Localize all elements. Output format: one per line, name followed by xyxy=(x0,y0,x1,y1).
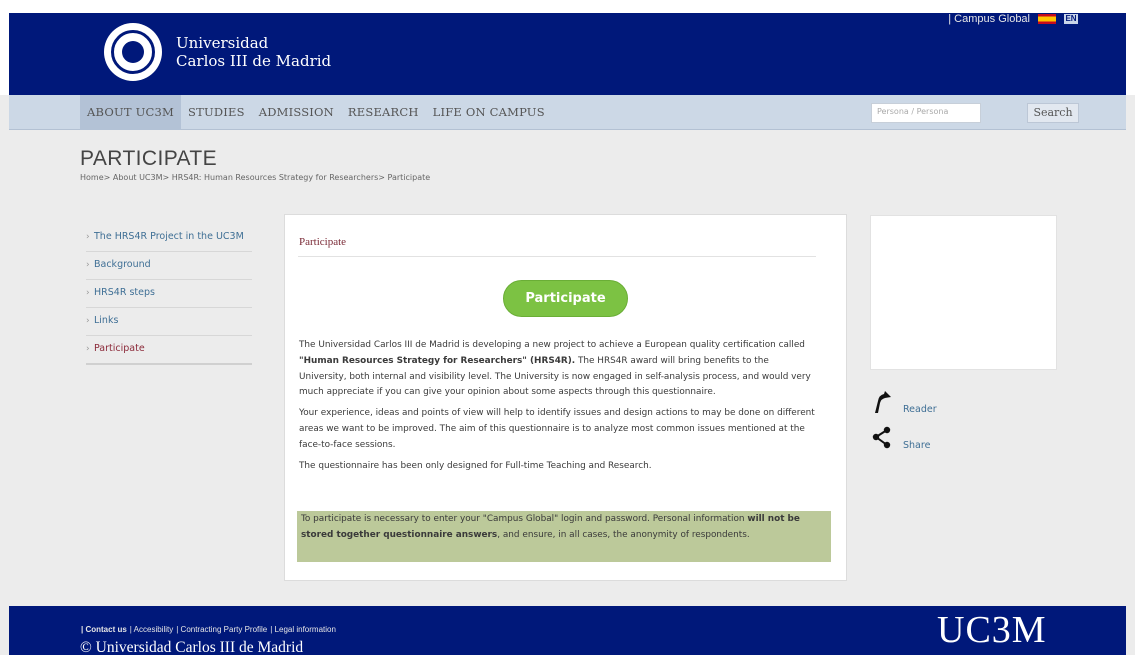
nav-life-on-campus[interactable]: LIFE ON CAMPUS xyxy=(426,95,552,130)
sidebar-item-hrs4r-project[interactable]: › The HRS4R Project in the UC3M xyxy=(86,224,252,252)
notice-text-cont: , and ensure, in all cases, the anonymit… xyxy=(497,530,750,540)
chevron-right-icon: › xyxy=(86,316,90,326)
nav-research[interactable]: RESEARCH xyxy=(341,95,426,130)
header: Universidad Carlos III de Madrid | Campu… xyxy=(0,0,1135,95)
footer: | Contact us | Accesibility | Contractin… xyxy=(9,606,1126,655)
sidebar-item-label: Links xyxy=(94,315,119,326)
contact-us-link[interactable]: | Contact us xyxy=(81,625,127,634)
participate-button[interactable]: Participate xyxy=(503,280,628,317)
sidebar: › The HRS4R Project in the UC3M › Backgr… xyxy=(86,224,252,365)
sidebar-item-links[interactable]: › Links xyxy=(86,308,252,336)
university-seal-icon xyxy=(104,23,162,81)
share-label: Share xyxy=(903,439,931,451)
university-logo[interactable]: Universidad Carlos III de Madrid xyxy=(104,23,331,81)
breadcrumb[interactable]: Home> About UC3M> HRS4R: Human Resources… xyxy=(80,173,430,182)
logo-line-2: Carlos III de Madrid xyxy=(176,52,332,70)
sidebar-item-participate[interactable]: › Participate xyxy=(86,336,252,365)
paragraph-audience: The questionnaire has been only designed… xyxy=(299,460,652,471)
intro-emphasis: "Human Resources Strategy for Researcher… xyxy=(299,355,576,366)
paragraph-intro: The Universidad Carlos III de Madrid is … xyxy=(299,338,819,401)
top-links: | Campus Global EN xyxy=(948,13,1078,25)
sidebar-item-hrs4r-steps[interactable]: › HRS4R steps xyxy=(86,280,252,308)
logo-line-1: Universidad xyxy=(176,34,269,52)
copyright: © Universidad Carlos III de Madrid xyxy=(80,639,304,655)
panel-title: Participate xyxy=(299,236,347,248)
search-input[interactable]: Persona / Persona xyxy=(871,103,981,123)
nav-about-uc3m[interactable]: ABOUT UC3M xyxy=(80,95,181,130)
page-title: PARTICIPATE xyxy=(80,147,218,170)
nav-admission[interactable]: ADMISSION xyxy=(252,95,341,130)
sidebar-item-label: The HRS4R Project in the UC3M xyxy=(94,231,244,242)
chevron-right-icon: › xyxy=(86,344,90,354)
english-language-badge[interactable]: EN xyxy=(1064,14,1078,24)
sidebar-item-label: HRS4R steps xyxy=(94,287,155,298)
page: Universidad Carlos III de Madrid | Campu… xyxy=(0,0,1135,655)
campus-global-link[interactable]: | Campus Global xyxy=(948,13,1030,25)
legal-information-link[interactable]: | Legal information xyxy=(270,625,336,634)
logo-text: Universidad Carlos III de Madrid xyxy=(176,34,331,70)
search-button[interactable]: Search xyxy=(1027,103,1079,123)
paragraph-experience: Your experience, ideas and points of vie… xyxy=(299,408,815,450)
privacy-notice: To participate is necessary to enter you… xyxy=(297,511,831,562)
intro-text: The Universidad Carlos III de Madrid is … xyxy=(299,340,805,350)
main-nav: ABOUT UC3M STUDIES ADMISSION RESEARCH LI… xyxy=(80,95,552,130)
sidebar-item-label: Background xyxy=(94,259,151,270)
divider xyxy=(298,256,816,257)
nav-studies[interactable]: STUDIES xyxy=(181,95,252,130)
content-panel: Participate Participate The Universidad … xyxy=(284,214,847,581)
reader-icon xyxy=(875,391,891,413)
reader-tool[interactable]: Reader xyxy=(869,389,937,415)
chevron-right-icon: › xyxy=(86,232,90,242)
sidebar-item-background[interactable]: › Background xyxy=(86,252,252,280)
accesibility-link[interactable]: | Accesibility xyxy=(130,625,173,634)
main-navbar: ABOUT UC3M STUDIES ADMISSION RESEARCH LI… xyxy=(9,95,1126,130)
footer-links: | Contact us | Accesibility | Contractin… xyxy=(81,625,336,634)
chevron-right-icon: › xyxy=(86,288,90,298)
notice-text: To participate is necessary to enter you… xyxy=(301,514,748,524)
sidebar-item-label: Participate xyxy=(94,343,145,354)
uc3m-brand: UC3M xyxy=(937,609,1047,651)
spanish-flag-icon[interactable] xyxy=(1038,14,1056,24)
contracting-party-profile-link[interactable]: | Contracting Party Profile xyxy=(176,625,267,634)
reader-label: Reader xyxy=(903,403,937,415)
share-tool[interactable]: Share xyxy=(869,425,930,451)
chevron-right-icon: › xyxy=(86,260,90,270)
body-text: The Universidad Carlos III de Madrid is … xyxy=(299,338,819,479)
share-icon xyxy=(872,426,891,449)
side-box xyxy=(870,215,1057,370)
